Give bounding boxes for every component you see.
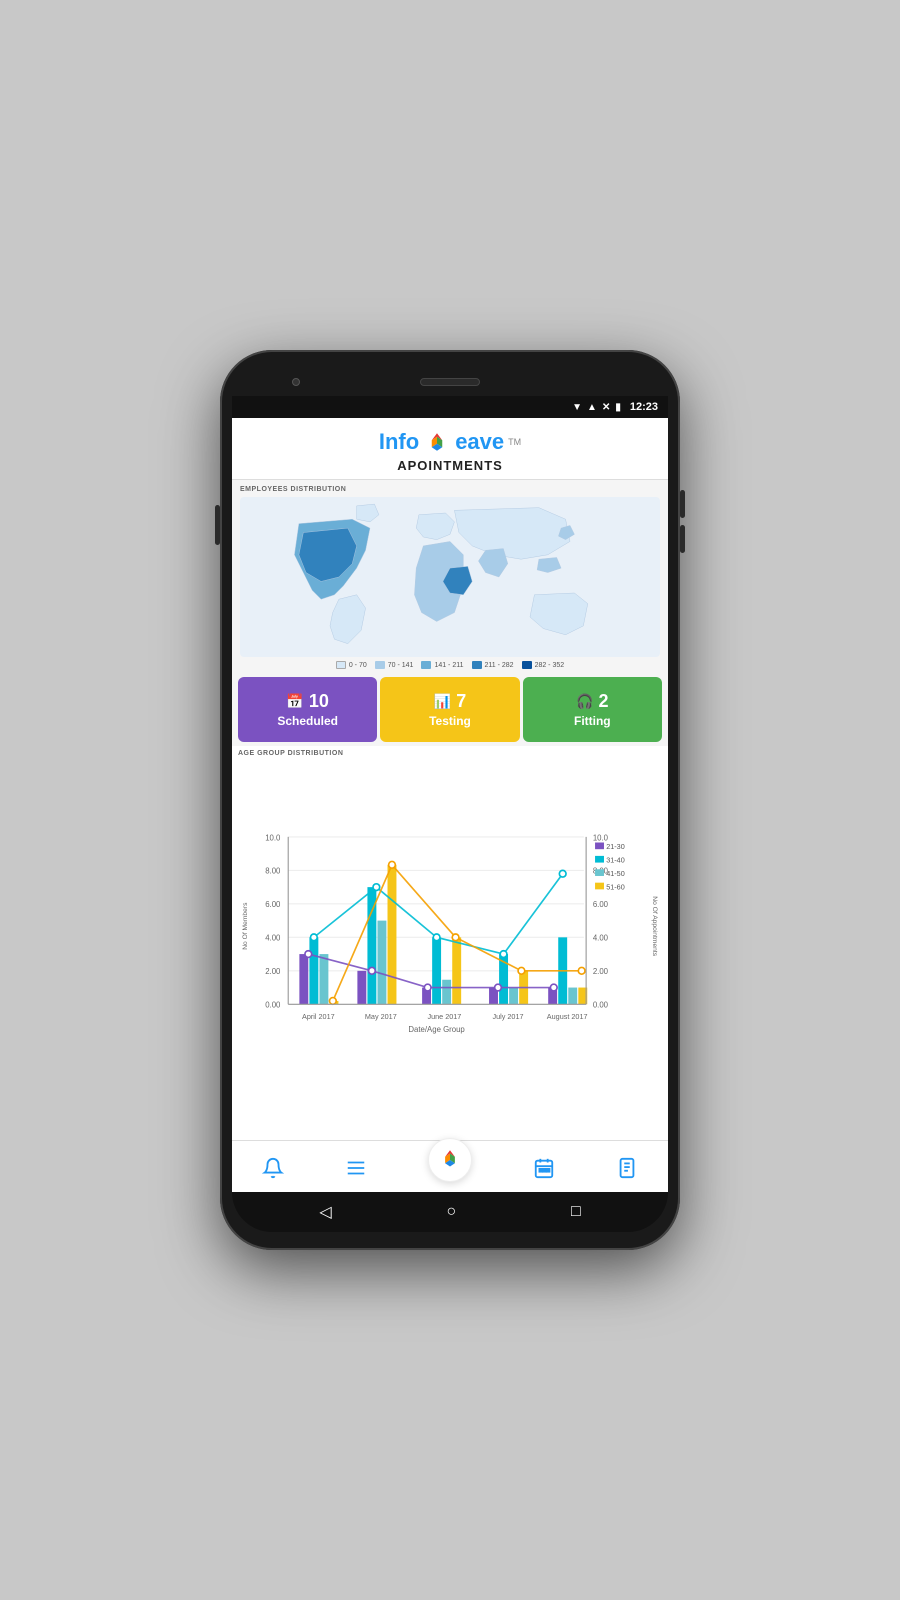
fitting-number: 2	[599, 691, 609, 712]
stat-testing[interactable]: 📊 7 Testing	[380, 677, 519, 742]
svg-text:10.0: 10.0	[265, 833, 281, 842]
page-title: APOINTMENTS	[397, 458, 503, 473]
stat-fitting[interactable]: 🎧 2 Fitting	[523, 677, 662, 742]
x-icon: ✕	[602, 402, 610, 413]
stat-scheduled[interactable]: 📅 10 Scheduled	[238, 677, 377, 742]
svg-text:6.00: 6.00	[593, 900, 609, 909]
legend-item-2: 70 - 141	[375, 661, 414, 669]
nav-home[interactable]	[428, 1138, 472, 1182]
svg-text:April 2017: April 2017	[302, 1012, 335, 1021]
svg-text:May 2017: May 2017	[365, 1012, 397, 1021]
svg-text:2.00: 2.00	[265, 967, 281, 976]
svg-text:0.00: 0.00	[593, 1001, 609, 1010]
calendar-icon: 📅	[286, 693, 303, 710]
svg-text:4.00: 4.00	[265, 934, 281, 943]
wifi-icon: ▼	[572, 402, 582, 413]
home-logo-icon	[437, 1147, 463, 1173]
status-bar: ▼ ▲ ✕ ▮ 12:23	[232, 396, 668, 418]
legend-item-3: 141 - 211	[421, 661, 463, 669]
speaker	[420, 378, 480, 386]
recents-button[interactable]: □	[571, 1203, 581, 1221]
svg-text:2.00: 2.00	[593, 967, 609, 976]
home-button[interactable]: ○	[446, 1203, 456, 1221]
chart-section: AGE GROUP DISTRIBUTION 10.0 8.00 6.00	[232, 746, 668, 1140]
svg-text:21-30: 21-30	[606, 842, 625, 851]
phone-bottom-bar: ◁ ○ □	[232, 1192, 668, 1232]
nav-menu[interactable]	[345, 1157, 367, 1179]
svg-text:No Of Members: No Of Members	[242, 902, 249, 950]
svg-text:6.00: 6.00	[265, 900, 281, 909]
map-section-label: EMPLOYEES DISTRIBUTION	[240, 486, 660, 493]
fitting-label: Fitting	[574, 714, 611, 728]
back-button[interactable]: ◁	[319, 1202, 331, 1222]
chart-label: AGE GROUP DISTRIBUTION	[238, 750, 662, 757]
svg-text:July 2017: July 2017	[492, 1012, 523, 1021]
svg-text:August 2017: August 2017	[547, 1012, 588, 1021]
svg-text:June 2017: June 2017	[427, 1012, 461, 1021]
nav-notifications[interactable]	[262, 1157, 284, 1179]
svg-text:31-40: 31-40	[606, 856, 625, 865]
chart-wrapper: 10.0 8.00 6.00 4.00 2.00 0.00 10.0 8.00 …	[238, 759, 662, 1138]
scheduled-label: Scheduled	[277, 714, 338, 728]
phone-device: ▼ ▲ ✕ ▮ 12:23 Info eave TM APO	[220, 350, 680, 1250]
signal-icon: ▲	[587, 402, 597, 413]
svg-text:4.00: 4.00	[593, 934, 609, 943]
svg-text:10.0: 10.0	[593, 833, 609, 842]
headphone-icon: 🎧	[576, 693, 593, 710]
status-time: 12:23	[630, 401, 658, 413]
nav-documents[interactable]	[616, 1157, 638, 1179]
svg-text:8.00: 8.00	[265, 867, 281, 876]
age-distribution-chart: 10.0 8.00 6.00 4.00 2.00 0.00 10.0 8.00 …	[238, 759, 662, 1138]
logo-eave-text: eave	[455, 429, 504, 455]
app-screen: Info eave TM APOINTMENTS EMPLOYEES DISTR…	[232, 418, 668, 1192]
logo: Info eave TM	[379, 428, 521, 456]
logo-info-text: Info	[379, 429, 419, 455]
svg-text:41-50: 41-50	[606, 869, 625, 878]
camera	[292, 378, 300, 386]
legend-item-5: 282 - 352	[522, 661, 565, 669]
map-svg	[240, 497, 660, 657]
scheduled-number: 10	[309, 691, 329, 712]
testing-label: Testing	[429, 714, 471, 728]
stats-row: 📅 10 Scheduled 📊 7 Testing 🎧 2 Fitting	[232, 673, 668, 746]
logo-tm: TM	[508, 437, 521, 447]
phone-top-bar	[232, 368, 668, 396]
legend-item-1: 0 - 70	[336, 661, 367, 669]
nav-calendar[interactable]	[533, 1157, 555, 1179]
app-header: Info eave TM APOINTMENTS	[232, 418, 668, 480]
legend-item-4: 211 - 282	[472, 661, 514, 669]
testing-number: 7	[456, 691, 466, 712]
world-map	[240, 497, 660, 657]
svg-text:0.00: 0.00	[265, 1001, 281, 1010]
bottom-nav	[232, 1140, 668, 1192]
map-section: EMPLOYEES DISTRIBUTION	[232, 480, 668, 673]
chart-icon: 📊	[434, 693, 451, 710]
battery-icon: ▮	[615, 402, 621, 413]
svg-text:51-60: 51-60	[606, 882, 625, 891]
svg-text:No Of Appointments: No Of Appointments	[651, 896, 658, 957]
logo-icon	[423, 428, 451, 456]
map-legend: 0 - 70 70 - 141 141 - 211 211 - 282 282 …	[240, 661, 660, 669]
svg-text:Date/Age Group: Date/Age Group	[408, 1025, 465, 1034]
